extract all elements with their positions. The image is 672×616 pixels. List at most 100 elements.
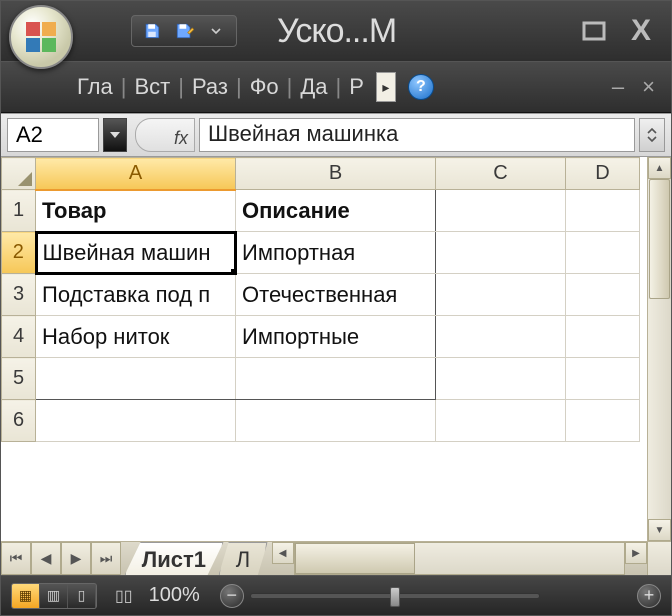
sheet-first-icon[interactable]: ⏮ — [1, 542, 31, 575]
scroll-up-icon[interactable]: ▲ — [648, 157, 671, 179]
cell-a1[interactable]: Товар — [36, 190, 236, 232]
cell-c5[interactable] — [436, 358, 566, 400]
restore-icon[interactable] — [581, 20, 607, 42]
cell-d6[interactable] — [566, 400, 640, 442]
help-button[interactable]: ? — [408, 74, 434, 100]
column-header-b[interactable]: B — [236, 158, 436, 190]
vertical-scrollbar[interactable]: ▲ ▼ — [647, 157, 671, 541]
cell-b6[interactable] — [236, 400, 436, 442]
column-header-c[interactable]: C — [436, 158, 566, 190]
scroll-thumb[interactable] — [295, 543, 415, 574]
chevron-down-icon — [211, 26, 221, 36]
sheet-last-icon[interactable]: ⏭ — [91, 542, 121, 575]
zoom-thumb[interactable] — [390, 587, 400, 607]
scroll-track[interactable] — [648, 299, 671, 519]
horizontal-scrollbar[interactable]: ◀ ▶ — [272, 542, 647, 575]
cell-b4[interactable]: Импортные — [236, 316, 436, 358]
row-header-3[interactable]: 3 — [2, 274, 36, 316]
doc-minimize-icon[interactable]: – — [612, 74, 624, 100]
cell-a6[interactable] — [36, 400, 236, 442]
name-box-dropdown[interactable] — [103, 118, 127, 152]
save-as-icon — [174, 22, 194, 40]
sheet-tab-row: ⏮ ◀ ▶ ⏭ Лист1 Л ◀ ▶ — [1, 541, 671, 575]
row-header-4[interactable]: 4 — [2, 316, 36, 358]
cell-d5[interactable] — [566, 358, 640, 400]
close-icon[interactable]: X — [631, 14, 651, 48]
doc-close-icon[interactable]: × — [642, 74, 655, 100]
layout-toggle-icon[interactable]: ▯▯ — [115, 586, 133, 606]
scroll-track[interactable] — [294, 542, 625, 575]
formula-bar: A2 fx Швейная машинка — [1, 113, 671, 157]
view-pagebreak-icon[interactable]: ▯ — [68, 584, 96, 608]
quick-access-toolbar — [131, 15, 237, 47]
scroll-down-icon[interactable]: ▼ — [648, 519, 671, 541]
zoom-level[interactable]: 100% — [149, 584, 200, 607]
ribbon-overflow[interactable]: ▸ — [376, 72, 396, 102]
row-header-6[interactable]: 6 — [2, 400, 36, 442]
qat-customize[interactable] — [202, 18, 230, 44]
cell-a2[interactable]: Швейная машин — [36, 232, 236, 274]
cell-a3[interactable]: Подставка под п — [36, 274, 236, 316]
save-as-button[interactable] — [170, 18, 198, 44]
window-controls: X — [581, 14, 671, 48]
row-header-1[interactable]: 1 — [2, 190, 36, 232]
scroll-thumb[interactable] — [649, 179, 670, 299]
cell-b5[interactable] — [236, 358, 436, 400]
cell-b1[interactable]: Описание — [236, 190, 436, 232]
column-header-a[interactable]: A — [36, 158, 236, 190]
cell-d4[interactable] — [566, 316, 640, 358]
select-all-corner[interactable] — [2, 158, 36, 190]
save-icon — [143, 22, 161, 40]
tab-home[interactable]: Гла — [71, 70, 119, 104]
cell-c2[interactable] — [436, 232, 566, 274]
sheet-prev-icon[interactable]: ◀ — [31, 542, 61, 575]
view-pagelayout-icon[interactable]: ▥ — [40, 584, 68, 608]
tab-review[interactable]: Р — [343, 70, 370, 104]
sheet-tab-next[interactable]: Л — [219, 542, 268, 575]
zoom-track[interactable] — [250, 593, 540, 599]
view-buttons: ▦ ▥ ▯ — [11, 583, 97, 609]
zoom-out-icon[interactable]: − — [220, 584, 244, 608]
save-button[interactable] — [138, 18, 166, 44]
worksheet-area: A B C D 1 Товар Описание 2 Швейная машин… — [1, 157, 671, 541]
tab-data[interactable]: Да — [294, 70, 333, 104]
cell-grid[interactable]: A B C D 1 Товар Описание 2 Швейная машин… — [1, 157, 647, 541]
cell-d3[interactable] — [566, 274, 640, 316]
sheet-tab-label: Л — [236, 547, 250, 573]
scroll-right-icon[interactable]: ▶ — [625, 542, 647, 564]
view-normal-icon[interactable]: ▦ — [12, 584, 40, 608]
sheet-tab-active[interactable]: Лист1 — [125, 542, 224, 575]
tab-pagelayout[interactable]: Раз — [186, 70, 234, 104]
cell-d1[interactable] — [566, 190, 640, 232]
cell-d2[interactable] — [566, 232, 640, 274]
cell-c4[interactable] — [436, 316, 566, 358]
fx-icon: fx — [174, 128, 188, 149]
cell-b2[interactable]: Импортная — [236, 232, 436, 274]
cell-a5[interactable] — [36, 358, 236, 400]
column-header-d[interactable]: D — [566, 158, 640, 190]
cell-c6[interactable] — [436, 400, 566, 442]
sheet-tabs: Лист1 Л — [121, 542, 266, 575]
sheet-nav: ⏮ ◀ ▶ ⏭ — [1, 542, 121, 575]
scroll-corner — [647, 542, 671, 575]
cell-b3[interactable]: Отечественная — [236, 274, 436, 316]
cell-a4[interactable]: Набор ниток — [36, 316, 236, 358]
name-box[interactable]: A2 — [7, 118, 99, 152]
scroll-left-icon[interactable]: ◀ — [272, 542, 294, 564]
zoom-in-icon[interactable]: + — [637, 584, 661, 608]
cell-c3[interactable] — [436, 274, 566, 316]
help-icon: ? — [416, 78, 426, 96]
formula-expand[interactable] — [639, 118, 665, 152]
office-button[interactable] — [9, 5, 73, 69]
status-bar: ▦ ▥ ▯ ▯▯ 100% − + — [1, 575, 671, 615]
tab-insert[interactable]: Вст — [128, 70, 176, 104]
cell-c1[interactable] — [436, 190, 566, 232]
fx-button[interactable]: fx — [135, 118, 195, 152]
chevron-down-icon — [109, 130, 121, 140]
zoom-slider[interactable]: − — [220, 584, 540, 608]
formula-input[interactable]: Швейная машинка — [199, 118, 635, 152]
sheet-next-icon[interactable]: ▶ — [61, 542, 91, 575]
row-header-5[interactable]: 5 — [2, 358, 36, 400]
tab-formulas[interactable]: Фо — [244, 70, 285, 104]
row-header-2[interactable]: 2 — [2, 232, 36, 274]
